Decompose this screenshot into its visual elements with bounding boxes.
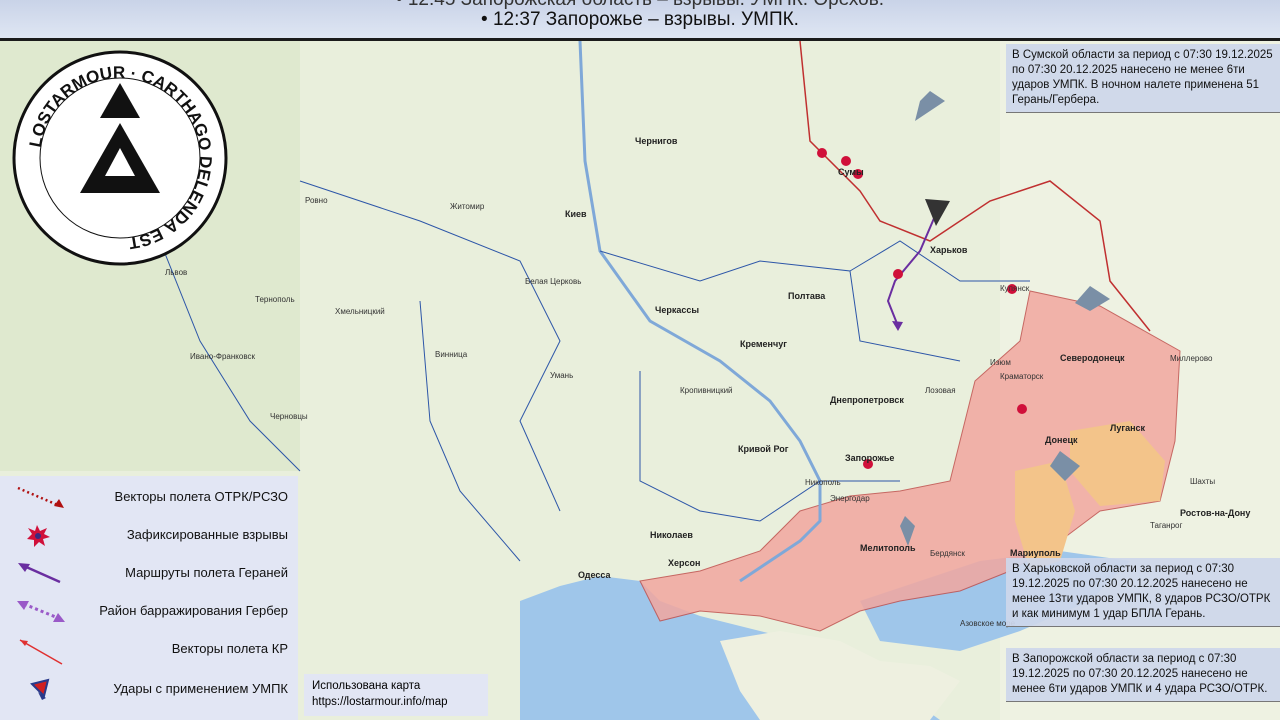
city-label: Одесса <box>578 570 611 580</box>
city-label: Киев <box>565 209 587 219</box>
city-label: Тернополь <box>255 295 295 304</box>
city-label: Северодонецк <box>1060 353 1125 363</box>
city-label: Краматорск <box>1000 372 1044 381</box>
city-label: Таганрог <box>1150 521 1182 530</box>
city-label: Чернигов <box>635 136 678 146</box>
city-label: Кропивницкий <box>680 386 733 395</box>
city-label: Луганск <box>1110 423 1146 433</box>
city-label: Мелитополь <box>860 543 916 553</box>
legend-label: Векторы полета КР <box>171 641 288 656</box>
city-label: Никополь <box>805 478 841 487</box>
city-label: Кременчуг <box>740 339 787 349</box>
city-label: Ростов-на-Дону <box>1180 508 1250 518</box>
city-label: Ивано-Франковск <box>190 352 255 361</box>
bomb-icon <box>30 678 50 700</box>
city-label: Лозовая <box>925 386 956 395</box>
city-label: Полтава <box>788 291 826 301</box>
city-label: Днепропетровск <box>830 395 904 405</box>
legend-label: Удары с применением УМПК <box>113 681 288 696</box>
red-line-arrow-icon <box>19 639 63 665</box>
city-label: Умань <box>550 371 573 380</box>
lostarmour-logo: LOSTARMOUR · CARTHAGO DELENDA EST <box>12 50 228 266</box>
city-label: Николаев <box>650 530 693 540</box>
city-label: Харьков <box>930 245 968 255</box>
credit-text: Использована карта <box>312 680 421 692</box>
legend-item-gerbera: Район барражирования Гербер <box>0 592 298 630</box>
city-label: Запорожье <box>845 453 894 463</box>
city-label: Черкассы <box>655 305 699 315</box>
city-label: Херсон <box>668 558 700 568</box>
legend-label: Векторы полета ОТРК/РСЗО <box>114 489 288 504</box>
news-banner: • 12:45 Запорожская область – взрывы. УМ… <box>0 0 1280 41</box>
banner-line-2: • 12:37 Запорожье – взрывы. УМПК. <box>481 9 799 30</box>
city-label: Купянск <box>1000 284 1030 293</box>
legend-item-explosions: Зафиксированные взрывы <box>0 516 298 554</box>
legend-item-umpk: Удары с применением УМПК <box>0 670 298 708</box>
map-credit: Использована карта https://lostarmour.in… <box>304 674 488 716</box>
city-label: Энергодар <box>830 494 870 503</box>
city-label: Кривой Рог <box>738 444 789 454</box>
city-label: Черновцы <box>270 412 308 421</box>
city-label: Бердянск <box>930 549 965 558</box>
explosion-icon <box>841 156 851 166</box>
legend-label: Район барражирования Гербер <box>99 603 288 618</box>
city-label: Мариуполь <box>1010 548 1061 558</box>
city-label: Ровно <box>305 196 328 205</box>
info-text: В Сумской области за период с 07:30 19.1… <box>1012 49 1273 106</box>
dotted-purple-double-arrow-icon <box>17 601 65 622</box>
legend-item-otrk: Векторы полета ОТРК/РСЗО <box>0 478 298 516</box>
legend-label: Маршруты полета Гераней <box>125 565 288 580</box>
city-label: Хмельницкий <box>335 307 385 316</box>
city-label: Житомир <box>450 202 485 211</box>
purple-arrow-icon <box>18 563 61 584</box>
explosion-icon <box>817 148 827 158</box>
explosion-icon <box>27 525 50 547</box>
legend-label: Зафиксированные взрывы <box>126 527 288 542</box>
legend-item-geran: Маршруты полета Гераней <box>0 554 298 592</box>
city-label: Белая Церковь <box>525 277 581 286</box>
kharkiv-info-box: В Харьковской области за период с 07:30 … <box>1006 558 1280 627</box>
city-label: Донецк <box>1045 435 1078 445</box>
city-label: Львов <box>165 268 187 277</box>
city-label: Шахты <box>1190 477 1215 486</box>
zaporizhzhia-info-box: В Запорожской области за период с 07:30 … <box>1006 648 1280 702</box>
info-text: В Харьковской области за период с 07:30 … <box>1012 563 1271 620</box>
city-label: Винница <box>435 350 468 359</box>
explosion-icon <box>893 269 903 279</box>
info-text: В Запорожской области за период с 07:30 … <box>1012 653 1268 695</box>
legend-item-kr: Векторы полета КР <box>0 630 298 668</box>
dotted-red-arrow-icon <box>17 486 64 508</box>
explosion-icon <box>1017 404 1027 414</box>
sumy-info-box: В Сумской области за период с 07:30 19.1… <box>1006 44 1280 113</box>
credit-link[interactable]: https://lostarmour.info/map <box>312 694 480 710</box>
legend: Векторы полета ОТРК/РСЗО Зафиксированные… <box>0 476 298 720</box>
city-label: Изюм <box>990 358 1011 367</box>
city-label: Сумы <box>838 167 864 177</box>
city-label: Миллерово <box>1170 354 1213 363</box>
